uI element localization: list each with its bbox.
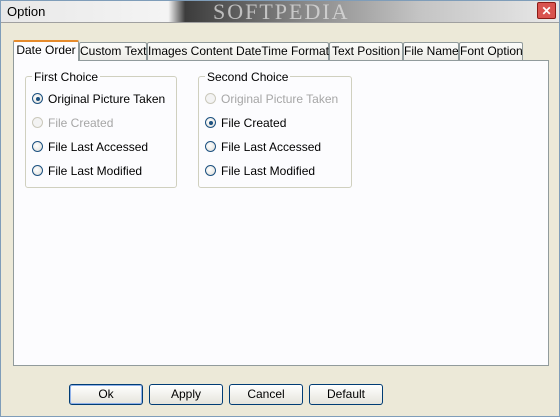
radio-icon (205, 165, 216, 176)
ok-button[interactable]: Ok (69, 384, 143, 405)
tab-label: Font Option (460, 44, 523, 58)
tab-label: Custom Text (80, 44, 147, 58)
tab-label: Date Order (16, 43, 76, 57)
radio-label: Original Picture Taken (221, 92, 339, 106)
title-bar[interactable]: Option SOFTPEDIA ✕ (1, 0, 559, 24)
radio-icon (32, 165, 43, 176)
radio-disabled-icon (32, 117, 43, 128)
tab-label: Text Position (331, 44, 401, 58)
radio-selected-icon (32, 93, 43, 104)
radio-icon (32, 141, 43, 152)
tab-custom-text[interactable]: Custom Text (79, 42, 147, 60)
radio-label: File Last Accessed (48, 140, 149, 154)
tab-label: File Name (404, 44, 459, 58)
second-choice-group: Second Choice Original Picture Taken Fil… (198, 70, 352, 188)
tab-font-option[interactable]: Font Option (459, 42, 523, 60)
apply-button[interactable]: Apply (149, 384, 223, 405)
radio-label: Original Picture Taken (48, 92, 166, 106)
tab-file-name[interactable]: File Name (403, 42, 459, 60)
first-choice-group: First Choice Original Picture Taken File… (25, 70, 177, 188)
close-button[interactable]: ✕ (537, 2, 556, 19)
window-title: Option (7, 4, 46, 19)
radio-label: File Last Modified (48, 164, 143, 178)
default-button[interactable]: Default (309, 384, 383, 405)
radio-label: File Created (48, 116, 114, 130)
radio-disabled-icon (205, 93, 216, 104)
radio-label: File Last Modified (221, 164, 316, 178)
tab-label: Images Content DateTime Format (148, 44, 329, 58)
watermark: SOFTPEDIA (213, 0, 350, 24)
radio-label: File Last Accessed (221, 140, 322, 154)
tab-date-order[interactable]: Date Order (13, 40, 79, 61)
option-dialog: Option SOFTPEDIA ✕ Date Order Custom Tex… (0, 0, 560, 417)
date-order-panel: First Choice Original Picture Taken File… (13, 60, 549, 366)
first-choice-legend: First Choice (32, 70, 101, 84)
cancel-button[interactable]: Cancel (229, 384, 303, 405)
radio-label: File Created (221, 116, 287, 130)
tab-text-position[interactable]: Text Position (329, 42, 403, 60)
tab-images-content-datetime-format[interactable]: Images Content DateTime Format (147, 42, 329, 60)
second-choice-legend: Second Choice (205, 70, 291, 84)
radio-icon (205, 141, 216, 152)
radio-selected-icon (205, 117, 216, 128)
close-icon: ✕ (541, 4, 552, 18)
